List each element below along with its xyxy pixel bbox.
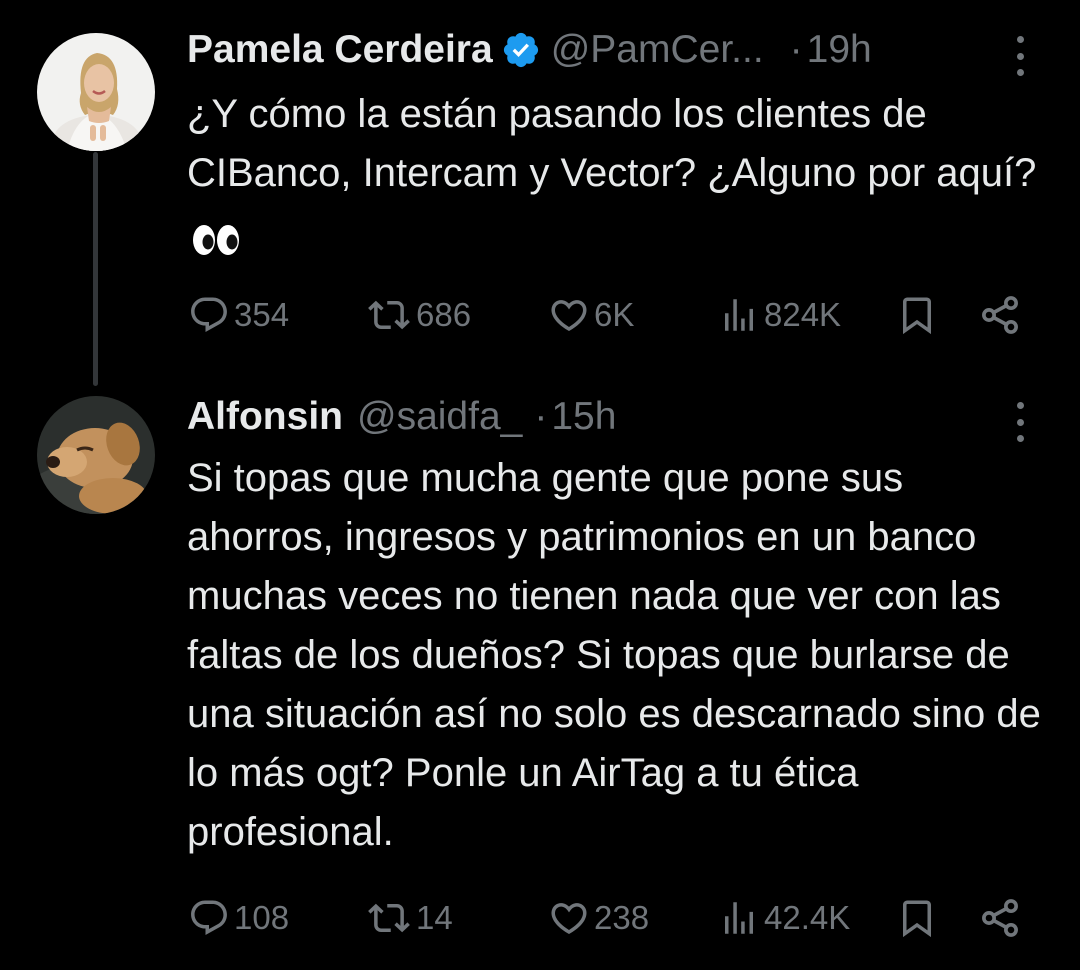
timestamp[interactable]: 15h bbox=[551, 394, 616, 440]
like-count: 238 bbox=[594, 899, 650, 936]
like-button[interactable]: 6K bbox=[548, 290, 634, 340]
bookmark-icon bbox=[903, 297, 931, 335]
tweet-header: Alfonsin @saidfa_ · 15h bbox=[187, 394, 616, 440]
tweet-text: ¿Y cómo la están pasando los clientes de… bbox=[187, 85, 1057, 262]
reply-icon bbox=[191, 900, 227, 935]
avatar-pamela[interactable] bbox=[37, 33, 155, 151]
verified-badge-icon bbox=[501, 30, 541, 70]
more-icon[interactable] bbox=[1011, 402, 1029, 442]
bookmark-icon bbox=[903, 900, 931, 938]
views-icon bbox=[725, 299, 753, 331]
eyes-icon bbox=[191, 216, 241, 256]
views-icon bbox=[725, 902, 753, 934]
views-button[interactable]: 824K bbox=[718, 290, 841, 340]
author-handle[interactable]: @PamCer... bbox=[551, 27, 764, 73]
action-bar: 108 14 238 42.4K bbox=[0, 893, 1080, 943]
retweet-button[interactable]: 686 bbox=[366, 290, 471, 340]
thread-line bbox=[93, 152, 98, 386]
avatar-alfonsin[interactable] bbox=[37, 396, 155, 514]
share-button[interactable] bbox=[978, 893, 1022, 943]
share-button[interactable] bbox=[978, 290, 1022, 340]
views-count: 42.4K bbox=[764, 899, 851, 936]
heart-icon bbox=[551, 300, 587, 332]
reply-count: 354 bbox=[234, 296, 290, 333]
action-bar: 354 686 6K 824K bbox=[0, 290, 1080, 340]
tweet-text: Si topas que mucha gente que pone sus ah… bbox=[187, 456, 1041, 854]
like-count: 6K bbox=[594, 296, 635, 333]
author-name[interactable]: Alfonsin bbox=[187, 394, 343, 440]
heart-icon bbox=[551, 903, 587, 935]
tweet-text-body: ¿Y cómo la están pasando los clientes de… bbox=[187, 92, 1037, 195]
tweet-header: Pamela Cerdeira @PamCer... · 19h bbox=[187, 27, 872, 73]
retweet-icon bbox=[368, 903, 410, 933]
separator-dot: · bbox=[534, 395, 548, 438]
more-icon[interactable] bbox=[1011, 36, 1029, 76]
reply-button[interactable]: 354 bbox=[188, 290, 289, 340]
reply-button[interactable]: 108 bbox=[188, 893, 289, 943]
like-button[interactable]: 238 bbox=[548, 893, 649, 943]
bookmark-button[interactable] bbox=[896, 290, 938, 340]
author-handle[interactable]: @saidfa_ bbox=[357, 394, 522, 440]
author-name[interactable]: Pamela Cerdeira bbox=[187, 27, 493, 73]
retweet-icon bbox=[368, 300, 410, 330]
share-icon bbox=[982, 899, 1018, 937]
retweet-count: 14 bbox=[416, 899, 453, 936]
reply-count: 108 bbox=[234, 899, 290, 936]
retweet-button[interactable]: 14 bbox=[366, 893, 453, 943]
separator-dot: · bbox=[789, 28, 803, 71]
retweet-count: 686 bbox=[416, 296, 472, 333]
views-button[interactable]: 42.4K bbox=[718, 893, 850, 943]
views-count: 824K bbox=[764, 296, 842, 333]
timestamp[interactable]: 19h bbox=[807, 27, 872, 73]
bookmark-button[interactable] bbox=[896, 893, 938, 943]
share-icon bbox=[982, 296, 1018, 334]
reply-icon bbox=[191, 297, 227, 332]
